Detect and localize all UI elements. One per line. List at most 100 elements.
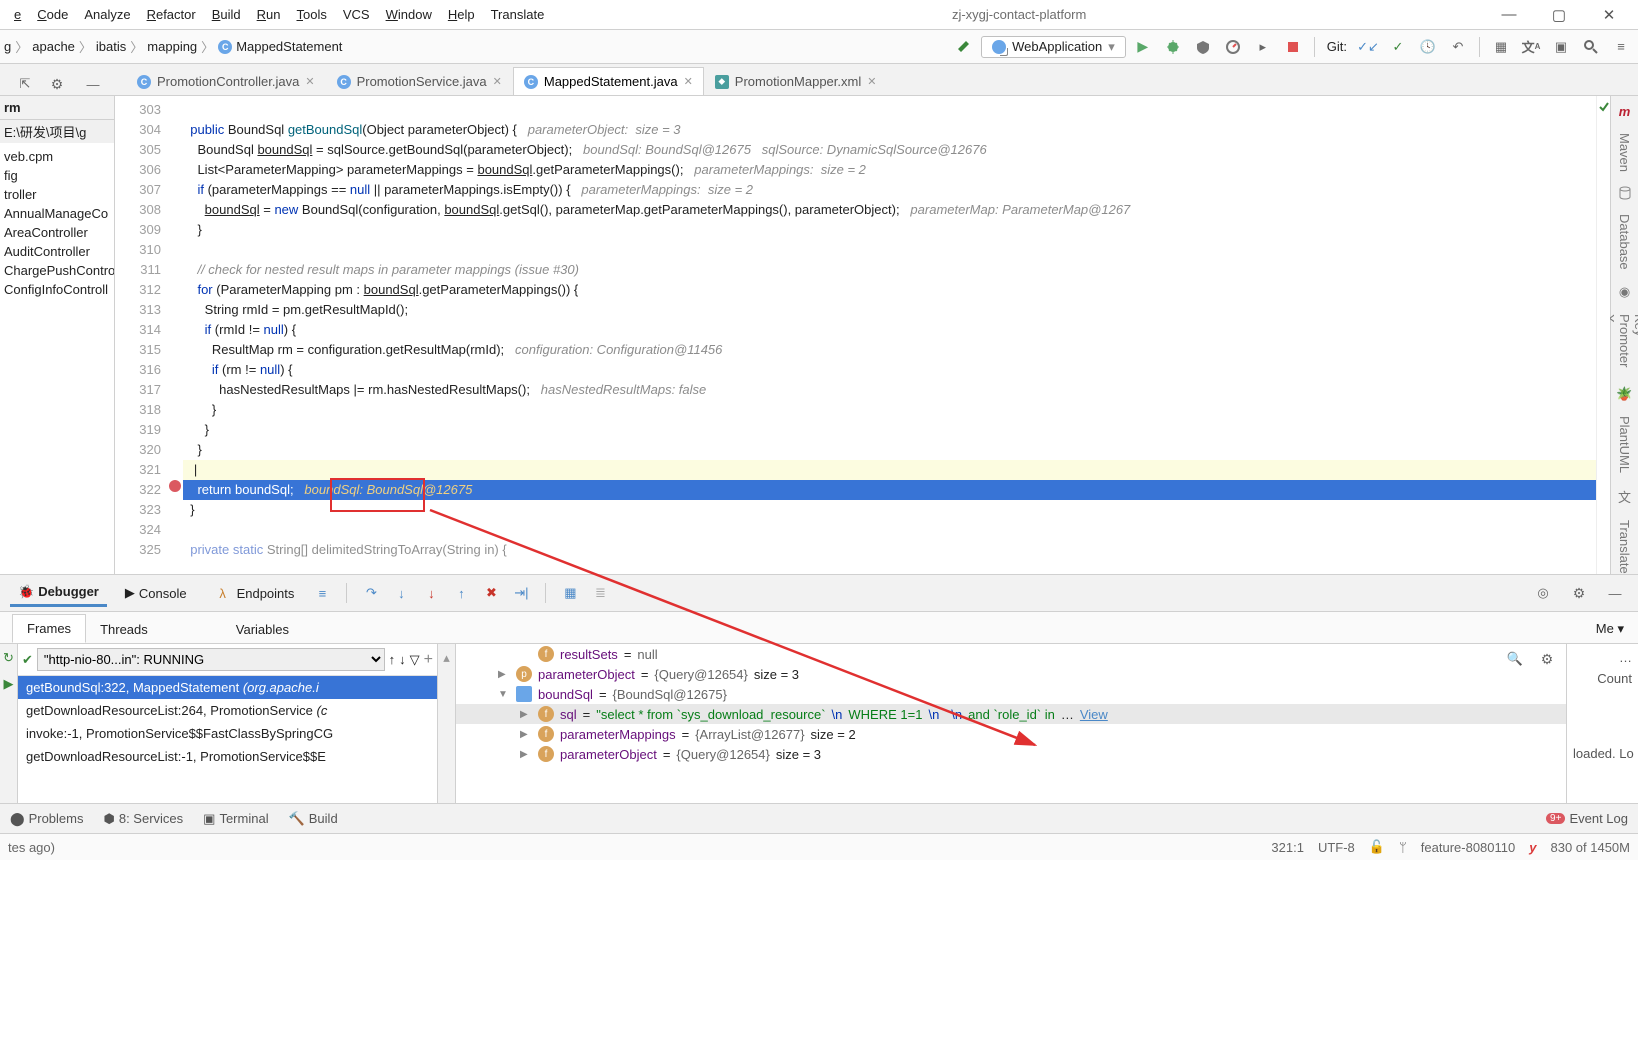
git-history-icon[interactable]: 🕓 (1417, 36, 1439, 58)
editor-tab[interactable]: C PromotionService.java ✕ (326, 67, 513, 95)
tree-node[interactable]: fig (0, 166, 114, 185)
prev-frame-icon[interactable]: ↑ (389, 652, 396, 667)
tree-node[interactable]: ConfigInfoControll (0, 280, 114, 299)
breakpoint-icon[interactable] (169, 480, 181, 492)
add-frame-icon[interactable]: + (424, 651, 433, 669)
git-commit-icon[interactable]: ✓ (1387, 36, 1409, 58)
stop-button[interactable] (1282, 36, 1304, 58)
attach-button[interactable]: ▸ (1252, 36, 1274, 58)
terminal-tab[interactable]: ▣ Terminal (193, 807, 278, 831)
run-to-cursor-icon[interactable]: ⇥| (511, 583, 531, 603)
variable-row[interactable]: ▶f parameterMappings = {ArrayList@12677}… (456, 724, 1566, 744)
breadcrumb-item[interactable]: apache (32, 39, 75, 54)
step-into-icon[interactable]: ↓ (391, 583, 411, 603)
frame-item[interactable]: getDownloadResourceList:264, PromotionSe… (18, 699, 437, 722)
threads-icon[interactable]: ≡ (312, 583, 332, 603)
breakpoint-gutter[interactable] (169, 96, 183, 574)
force-step-into-icon[interactable]: ↓ (421, 583, 441, 603)
frame-item[interactable]: getDownloadResourceList:-1, PromotionSer… (18, 745, 437, 768)
plantuml-icon[interactable]: 🪴 (1616, 386, 1632, 402)
breadcrumb-item[interactable]: mapping (147, 39, 197, 54)
database-tool-icon[interactable] (1618, 186, 1632, 200)
status-branch[interactable]: feature-8080110 (1421, 840, 1515, 855)
menu-tools[interactable]: Tools (289, 5, 335, 24)
close-button[interactable]: ✕ (1586, 6, 1632, 24)
variable-row[interactable]: ▶f sql = "select * from `sys_download_re… (456, 704, 1566, 724)
key-promoter-icon[interactable]: ◉ (1619, 284, 1630, 300)
variable-row[interactable]: f resultSets = null (456, 644, 1566, 664)
run-configuration[interactable]: WebApplication ▾ (981, 36, 1126, 58)
editor-tab[interactable]: C MappedStatement.java ✕ (513, 67, 704, 95)
translate-tool-icon[interactable]: 文 (1618, 487, 1631, 506)
menu-vcs[interactable]: VCS (335, 5, 378, 24)
profile-button[interactable] (1222, 36, 1244, 58)
breadcrumb-item[interactable]: ibatis (96, 39, 126, 54)
endpoints-tab[interactable]: λEndpoints (205, 579, 303, 607)
next-frame-icon[interactable]: ↓ (399, 652, 406, 667)
git-revert-icon[interactable]: ↶ (1447, 36, 1469, 58)
step-over-icon[interactable]: ↷ (361, 583, 381, 603)
variable-row[interactable]: ▶p parameterObject = {Query@12654} size … (456, 664, 1566, 684)
problems-tab[interactable]: ⬤ Problems (0, 807, 93, 831)
variable-row[interactable]: ▼ boundSql = {BoundSql@12675} (456, 684, 1566, 704)
project-tree[interactable]: rm E:\研发\项目\g veb.cpmfigtrollerAnnualMan… (0, 96, 115, 574)
status-encoding[interactable]: UTF-8 (1318, 840, 1355, 855)
menu-translate[interactable]: Translate (483, 5, 553, 24)
search-icon[interactable] (1580, 36, 1602, 58)
tree-node[interactable]: veb.cpm (0, 147, 114, 166)
frames-scrollbar[interactable]: ▴ (438, 644, 456, 803)
readonly-icon[interactable]: 🔓 (1369, 839, 1385, 855)
status-caret-pos[interactable]: 321:1 (1271, 840, 1304, 855)
close-tab-icon[interactable]: ✕ (684, 75, 693, 88)
project-settings-icon[interactable]: ⚙ (46, 73, 68, 95)
editor-tab[interactable]: ⬥ PromotionMapper.xml ✕ (704, 67, 888, 95)
tree-node[interactable]: AuditController (0, 242, 114, 261)
maven-tool-label[interactable]: Maven (1617, 133, 1632, 172)
project-root[interactable]: E:\研发\项目\g (0, 120, 114, 143)
layout-icon[interactable]: ◎ (1532, 582, 1554, 604)
step-out-icon[interactable]: ↑ (451, 583, 471, 603)
breadcrumb-item[interactable]: C MappedStatement (218, 39, 342, 54)
services-tab[interactable]: ⬢ 8: Services (93, 807, 193, 831)
var-search-icon[interactable]: 🔍 (1504, 648, 1526, 670)
yapi-icon[interactable]: y (1529, 840, 1536, 855)
event-log-tab[interactable]: 9+ Event Log (1536, 807, 1638, 830)
close-tab-icon[interactable]: ✕ (305, 75, 314, 88)
git-update-icon[interactable]: ✓↙ (1357, 36, 1379, 58)
console-tab[interactable]: ▶ Console (117, 581, 195, 605)
menu-e[interactable]: e (6, 5, 29, 24)
variable-row[interactable]: ▶f parameterObject = {Query@12654} size … (456, 744, 1566, 764)
thread-select[interactable]: "http-nio-80...in": RUNNING (37, 648, 385, 671)
run-anything-icon[interactable]: ▣ (1550, 36, 1572, 58)
menu-run[interactable]: Run (249, 5, 289, 24)
editor-tab[interactable]: C PromotionController.java ✕ (126, 67, 326, 95)
menu-refactor[interactable]: Refactor (139, 5, 204, 24)
menu-window[interactable]: Window (378, 5, 440, 24)
debug-hide-icon[interactable]: — (1604, 582, 1626, 604)
plantuml-label[interactable]: PlantUML (1617, 416, 1632, 473)
breadcrumb-item[interactable]: g (4, 39, 11, 54)
rerun-icon[interactable]: ↻ (3, 650, 14, 666)
frame-item[interactable]: invoke:-1, PromotionService$$FastClassBy… (18, 722, 437, 745)
filter-frames-icon[interactable]: ▽ (410, 652, 420, 668)
menu-code[interactable]: Code (29, 5, 76, 24)
memory-toggle[interactable]: Me ▾ (1582, 615, 1638, 643)
hide-icon[interactable]: — (82, 73, 104, 95)
menu-help[interactable]: Help (440, 5, 483, 24)
maven-tool-icon[interactable]: m (1619, 104, 1631, 119)
debugger-tab[interactable]: 🐞 Debugger (10, 580, 107, 607)
settings-icon[interactable]: ≡ (1610, 36, 1632, 58)
tree-node[interactable]: ChargePushContro (0, 261, 114, 280)
breadcrumb[interactable]: g〉apache〉ibatis〉mapping〉C MappedStatemen… (4, 37, 342, 56)
close-tab-icon[interactable]: ✕ (867, 75, 876, 88)
frames-subtab[interactable]: Frames (12, 614, 86, 643)
hammer-icon[interactable] (953, 36, 975, 58)
resume-icon[interactable]: ▶ (4, 676, 14, 692)
minimize-button[interactable]: — (1486, 6, 1532, 23)
var-settings-icon[interactable]: ⚙ (1536, 648, 1558, 670)
drop-frame-icon[interactable]: ✖ (481, 583, 501, 603)
variable-list[interactable]: f resultSets = null▶p parameterObject = … (456, 644, 1566, 803)
toolbox-icon[interactable]: ▦ (1490, 36, 1512, 58)
evaluate-icon[interactable]: ▦ (560, 583, 580, 603)
build-tab[interactable]: 🔨 Build (279, 807, 348, 831)
